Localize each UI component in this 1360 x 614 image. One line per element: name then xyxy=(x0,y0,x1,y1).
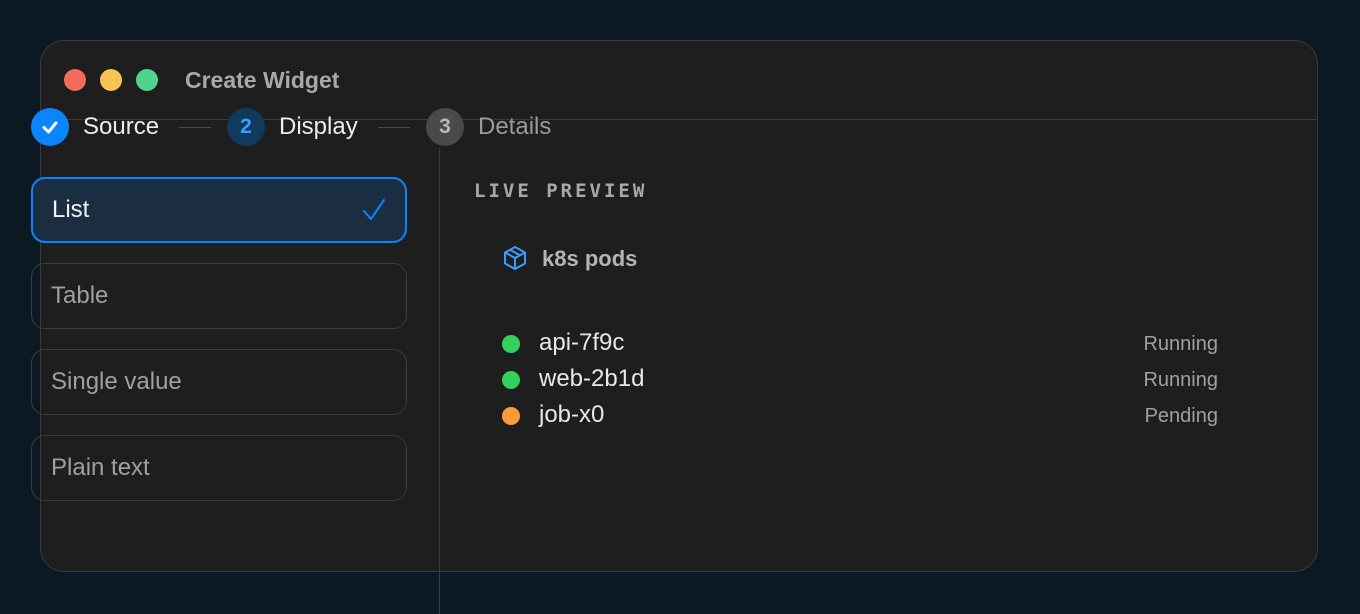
step-details-label[interactable]: Details xyxy=(478,113,551,141)
status-dot xyxy=(502,407,520,425)
pod-status: Running xyxy=(1143,333,1218,355)
pod-name: api-7f9c xyxy=(539,329,625,356)
step-source-label[interactable]: Source xyxy=(83,113,159,141)
step-display-number[interactable]: 2 xyxy=(227,108,265,146)
zoom-window-button[interactable] xyxy=(136,69,158,91)
panel-divider xyxy=(439,148,440,614)
step-source-check-icon[interactable] xyxy=(31,108,69,146)
step-connector xyxy=(378,127,410,128)
pod-name: web-2b1d xyxy=(539,365,645,392)
title-bar: Create Widget xyxy=(41,41,1317,120)
list-item: api-7f9c Running xyxy=(502,328,1218,358)
step-display-label[interactable]: Display xyxy=(279,113,358,141)
cube-icon xyxy=(504,246,526,270)
option-table[interactable]: Table xyxy=(31,263,407,329)
minimize-window-button[interactable] xyxy=(100,69,122,91)
list-item: job-x0 Pending xyxy=(502,400,1218,430)
step-details-number[interactable]: 3 xyxy=(426,108,464,146)
pod-name: job-x0 xyxy=(539,401,605,428)
option-list-label: List xyxy=(52,196,90,223)
close-window-button[interactable] xyxy=(64,69,86,91)
option-plain-text[interactable]: Plain text xyxy=(31,435,407,501)
step-connector xyxy=(179,127,211,128)
status-dot xyxy=(502,335,520,353)
pod-status: Running xyxy=(1143,369,1218,391)
window-title: Create Widget xyxy=(185,67,340,93)
widget-title: k8s pods xyxy=(542,246,638,271)
pod-status: Pending xyxy=(1144,405,1218,427)
status-dot xyxy=(502,371,520,389)
option-list[interactable]: List xyxy=(31,177,407,243)
option-single-value-label: Single value xyxy=(51,368,182,395)
checkmark-icon xyxy=(363,199,385,220)
live-preview-heading: LIVE PREVIEW xyxy=(474,180,648,202)
option-table-label: Table xyxy=(51,282,109,309)
list-item: web-2b1d Running xyxy=(502,364,1218,394)
option-plain-text-label: Plain text xyxy=(51,454,150,481)
option-single-value[interactable]: Single value xyxy=(31,349,407,415)
